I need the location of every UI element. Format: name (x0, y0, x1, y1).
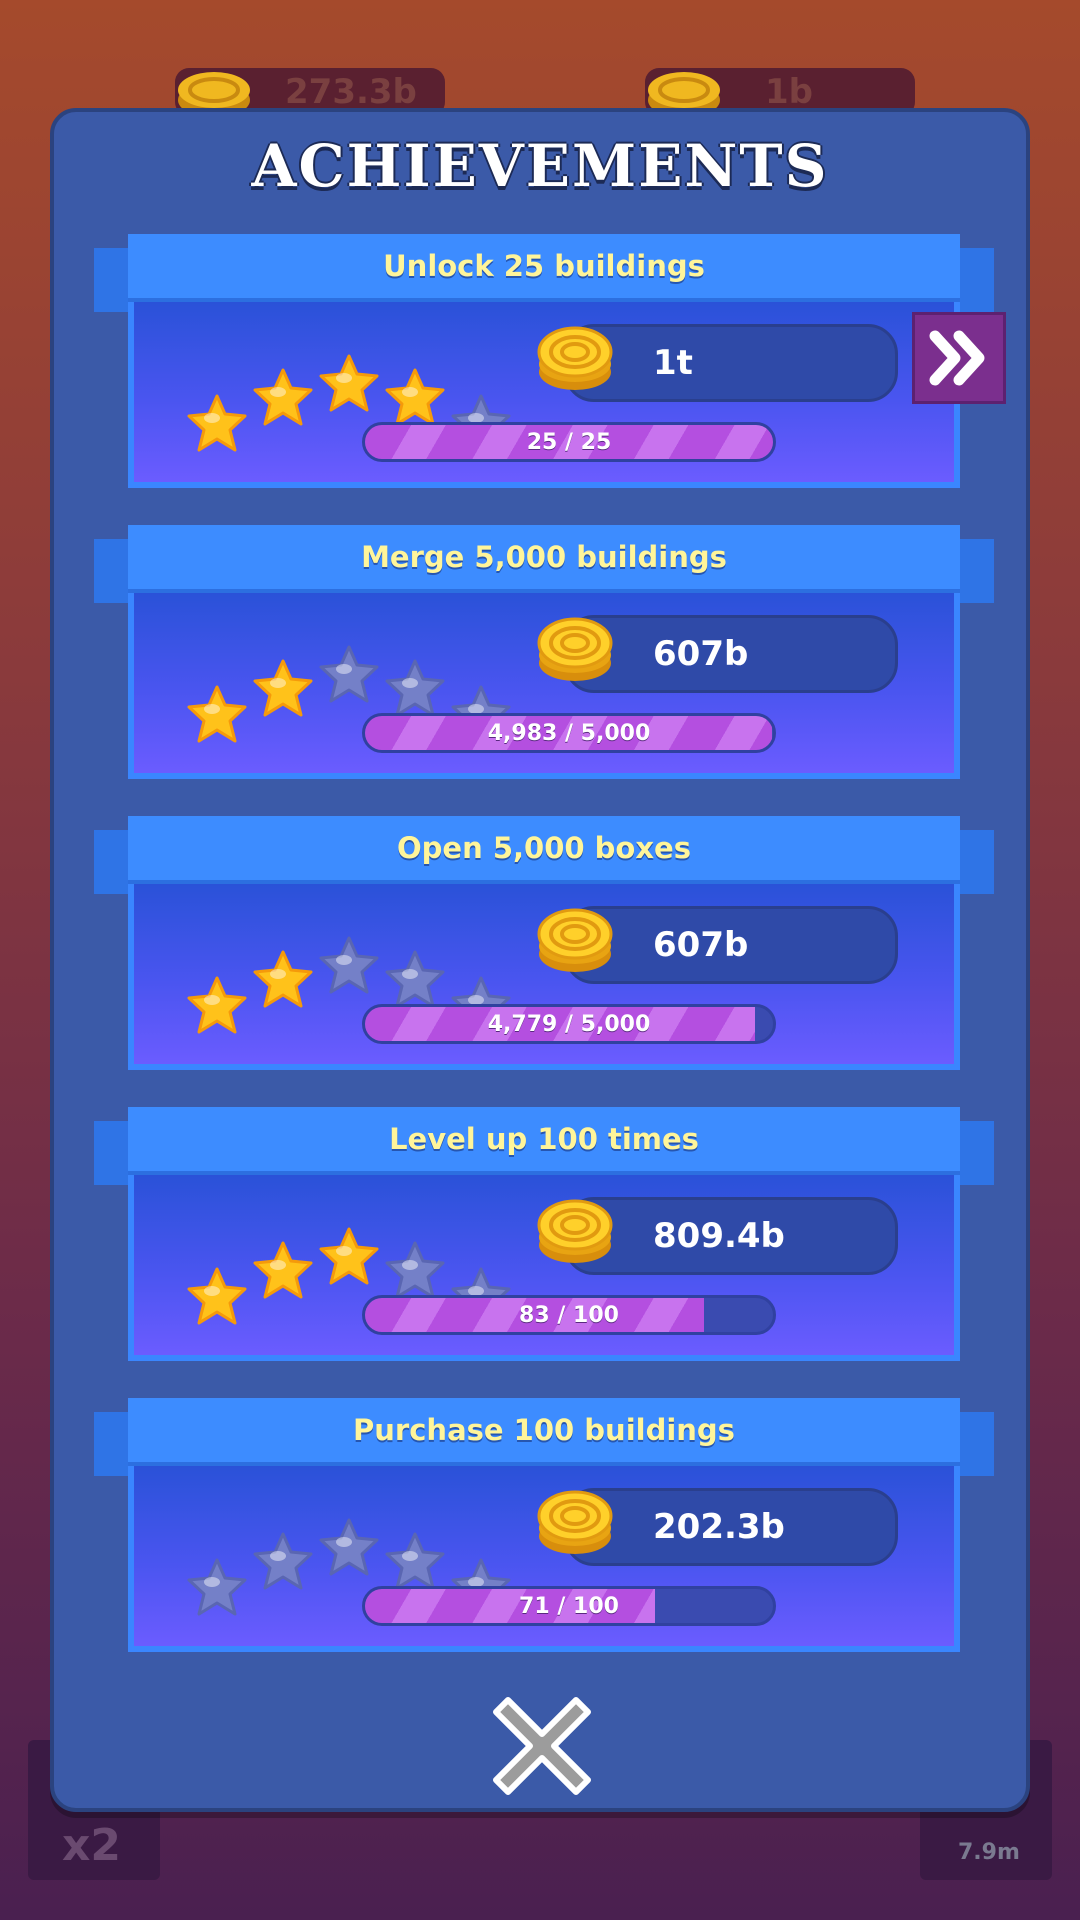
achievement-title-text: Purchase 100 buildings (353, 1413, 735, 1447)
achievement-card: Purchase 100 buildings 202.3b 71 / 100 (94, 1398, 994, 1654)
star-rating (154, 1466, 511, 1616)
ribbon-tail-right (954, 1412, 994, 1476)
reward-pill: 809.4b (564, 1197, 898, 1275)
achievement-title: Purchase 100 buildings (128, 1398, 960, 1466)
star-outline-icon (319, 936, 379, 994)
achievement-title-text: Unlock 25 buildings (383, 249, 705, 283)
star-icon (253, 368, 313, 426)
progress-bar: 4,983 / 5,000 (362, 713, 776, 753)
ribbon-tail-right (954, 830, 994, 894)
star-icon (187, 685, 247, 743)
star-icon (253, 659, 313, 717)
achievement-panel: 809.4b 83 / 100 (128, 1175, 960, 1361)
progress-bar: 4,779 / 5,000 (362, 1004, 776, 1044)
star-outline-icon (319, 1518, 379, 1576)
reward-pill: 202.3b (564, 1488, 898, 1566)
star-icon (187, 976, 247, 1034)
progress-bar: 83 / 100 (362, 1295, 776, 1335)
coin-icon (537, 1199, 613, 1263)
bg-tile-right-label: 7.9m (958, 1840, 1020, 1865)
progress-text: 83 / 100 (519, 1302, 619, 1328)
achievement-title: Open 5,000 boxes (128, 816, 960, 884)
star-icon (253, 950, 313, 1008)
star-rating (154, 593, 511, 743)
progress-bar: 71 / 100 (362, 1586, 776, 1626)
achievements-modal: ACHIEVEMENTS Unlock 25 buildings 1t 25 /… (50, 108, 1030, 1812)
reward-pill: 1t (564, 324, 898, 402)
coin-icon (537, 326, 613, 390)
achievement-card: Level up 100 times 809.4b 83 / 100 (94, 1107, 994, 1363)
achievement-card: Open 5,000 boxes 607b 4,779 / 5,000 (94, 816, 994, 1072)
progress-bar: 25 / 25 (362, 422, 776, 462)
progress-text: 71 / 100 (519, 1593, 619, 1619)
progress-text: 4,779 / 5,000 (487, 1011, 651, 1037)
progress-text: 4,983 / 5,000 (487, 720, 651, 746)
star-icon (253, 1241, 313, 1299)
reward-pill: 607b (564, 906, 898, 984)
achievement-panel: 607b 4,983 / 5,000 (128, 593, 960, 779)
star-rating (154, 1175, 511, 1325)
achievement-panel: 202.3b 71 / 100 (128, 1466, 960, 1652)
bg-tile-left-label: x2 (62, 1820, 121, 1871)
close-button[interactable] (488, 1690, 596, 1798)
achievement-title: Merge 5,000 buildings (128, 525, 960, 593)
achievement-panel: 1t 25 / 25 (128, 302, 1006, 488)
star-outline-icon (187, 1558, 247, 1616)
achievement-card: Merge 5,000 buildings 607b 4,983 / 5,000 (94, 525, 994, 781)
coin-icon (537, 1490, 613, 1554)
star-rating (154, 884, 511, 1034)
claim-button[interactable] (912, 312, 1006, 404)
progress-text: 25 / 25 (526, 429, 612, 455)
achievement-title: Unlock 25 buildings (128, 234, 960, 302)
double-chevron-right-icon (929, 330, 985, 386)
achievement-card: Unlock 25 buildings 1t 25 / 25 (94, 234, 1006, 490)
star-icon (319, 354, 379, 412)
reward-value: 1t (653, 343, 693, 383)
star-outline-icon (253, 1532, 313, 1590)
star-icon (187, 394, 247, 452)
achievement-title: Level up 100 times (128, 1107, 960, 1175)
star-outline-icon (319, 645, 379, 703)
achievement-title-text: Level up 100 times (389, 1122, 699, 1156)
star-rating (154, 302, 511, 452)
reward-pill: 607b (564, 615, 898, 693)
coin-icon (537, 908, 613, 972)
ribbon-tail-right (954, 248, 994, 312)
reward-value: 809.4b (653, 1216, 785, 1256)
reward-value: 607b (653, 634, 749, 674)
ribbon-tail-right (954, 539, 994, 603)
coin-counter-right-value: 1b (765, 72, 813, 112)
modal-title: ACHIEVEMENTS (251, 132, 829, 200)
coin-icon (537, 617, 613, 681)
star-icon (319, 1227, 379, 1285)
star-icon (187, 1267, 247, 1325)
reward-value: 202.3b (653, 1507, 785, 1547)
reward-value: 607b (653, 925, 749, 965)
achievement-panel: 607b 4,779 / 5,000 (128, 884, 960, 1070)
ribbon-tail-right (954, 1121, 994, 1185)
coin-counter-left-value: 273.3b (285, 72, 417, 112)
achievement-title-text: Merge 5,000 buildings (361, 540, 727, 574)
achievement-title-text: Open 5,000 boxes (397, 831, 691, 865)
close-icon (493, 1697, 591, 1795)
